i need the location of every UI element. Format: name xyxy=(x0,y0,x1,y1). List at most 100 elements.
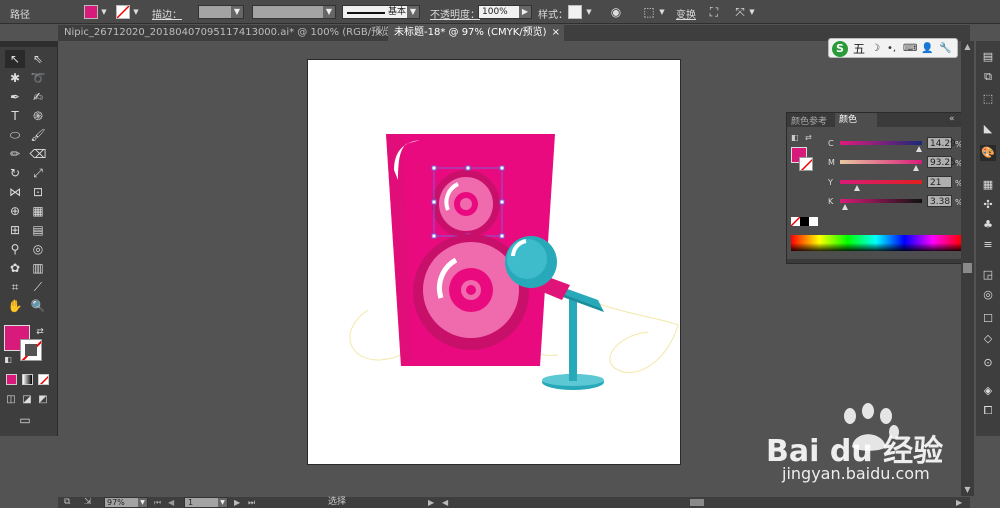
curvature-tool-icon[interactable]: ✍ xyxy=(28,88,48,106)
transform-link[interactable]: 变换 xyxy=(676,6,696,21)
wrench-icon[interactable]: 🔧 xyxy=(939,41,951,57)
black-swatch[interactable] xyxy=(800,217,809,226)
tools-panel-header[interactable] xyxy=(0,41,58,47)
none-mode-icon[interactable] xyxy=(38,374,49,385)
graphic-style-swatch[interactable] xyxy=(568,5,582,19)
slider-c[interactable] xyxy=(840,141,922,145)
magic-wand-tool-icon[interactable]: ✱ xyxy=(5,69,25,87)
tab-color-guide[interactable]: 颜色参考 xyxy=(791,114,827,127)
gradient-mode-icon[interactable] xyxy=(22,374,33,385)
close-icon[interactable]: × xyxy=(376,25,384,41)
draw-normal-icon[interactable]: ◫ xyxy=(4,391,18,409)
white-swatch[interactable] xyxy=(809,217,818,226)
stroke-color-box[interactable] xyxy=(20,339,42,361)
zoom-field[interactable]: 97% ▼ xyxy=(104,497,148,508)
gradient-tool-icon[interactable]: ▤ xyxy=(28,221,48,239)
style-dropdown-icon[interactable]: ▼ xyxy=(584,5,594,19)
hand-tool-icon[interactable]: ✋ xyxy=(5,297,25,315)
isolate-icon[interactable]: ⛶ xyxy=(706,5,722,19)
arrange-icon[interactable]: ⤧ xyxy=(732,5,748,19)
k-value-field[interactable]: 3.38 xyxy=(927,195,952,207)
export-icon[interactable]: ⇲ xyxy=(84,497,92,507)
default-colors-icon[interactable]: ◧ xyxy=(2,351,14,369)
artboard-tool-icon[interactable]: ⌗ xyxy=(5,278,25,296)
opacity-label[interactable]: 不透明度： xyxy=(430,6,480,21)
artboard-options-icon[interactable]: ⧉ xyxy=(64,497,70,507)
color-panel-icon[interactable]: 🎨 xyxy=(980,145,996,161)
stroke-panel-icon[interactable]: ≡ xyxy=(980,237,996,253)
shape-builder-tool-icon[interactable]: ⊕ xyxy=(5,202,25,220)
eyedropper-tool-icon[interactable]: ⚲ xyxy=(5,240,25,258)
swatches-icon[interactable]: ▦ xyxy=(980,177,996,193)
slider-y[interactable] xyxy=(840,180,922,184)
stroke-label[interactable]: 描边： xyxy=(152,6,182,21)
spiral-tool-icon[interactable]: ֍ xyxy=(28,107,48,125)
transform-icon[interactable]: ⬚ xyxy=(980,91,996,107)
c-value-field[interactable]: 14.29 xyxy=(927,137,956,149)
vertical-scrollbar[interactable]: ▲ ▼ xyxy=(961,41,974,496)
fill-swatch[interactable] xyxy=(84,5,98,19)
lasso-tool-icon[interactable]: ➰ xyxy=(28,69,48,87)
symbol-sprayer-tool-icon[interactable]: ✿ xyxy=(5,259,25,277)
m-value-field[interactable]: 93.25 xyxy=(927,156,956,168)
graph-tool-icon[interactable]: ▥ xyxy=(28,259,48,277)
scroll-down-icon[interactable]: ▼ xyxy=(961,484,974,496)
slider-k[interactable] xyxy=(840,199,922,203)
blend-tool-icon[interactable]: ◎ xyxy=(28,240,48,258)
pencil-tool-icon[interactable]: ✏ xyxy=(5,145,25,163)
scroll-left-icon[interactable]: ◀ xyxy=(442,497,448,508)
brush-definition[interactable]: 基本 ▼ xyxy=(342,5,420,19)
rotate-tool-icon[interactable]: ↻ xyxy=(5,164,25,182)
slider-thumb[interactable] xyxy=(842,204,848,210)
draw-behind-icon[interactable]: ◪ xyxy=(20,391,34,409)
opacity-field[interactable]: 100% ▶ xyxy=(478,5,532,19)
slider-thumb[interactable] xyxy=(913,165,919,171)
half-width-icon[interactable]: ☽ xyxy=(871,41,880,57)
vertical-scroll-thumb[interactable] xyxy=(963,263,972,273)
align-panel-icon[interactable]: ☐ xyxy=(980,311,996,327)
links-icon[interactable]: ⧠ xyxy=(980,403,996,419)
perspective-grid-tool-icon[interactable]: ▦ xyxy=(28,202,48,220)
navigator-icon[interactable]: ⊙ xyxy=(980,355,996,371)
panel-stroke-swatch[interactable] xyxy=(799,157,813,171)
selection-tool-icon[interactable]: ↖ xyxy=(5,50,25,68)
align-icon[interactable]: ⬚ xyxy=(640,5,658,19)
scroll-right-icon[interactable]: ▶ xyxy=(956,497,962,508)
y-value-field[interactable]: 21 xyxy=(927,176,952,188)
ellipse-tool-icon[interactable]: ⬭ xyxy=(5,126,25,144)
collapse-icon[interactable]: « xyxy=(949,114,955,124)
symbols-icon[interactable]: ♣ xyxy=(980,217,996,233)
none-swatch[interactable] xyxy=(791,217,800,226)
screen-mode-icon[interactable]: ▭ xyxy=(14,411,36,429)
recolor-icon[interactable]: ◉ xyxy=(608,5,624,19)
free-transform-tool-icon[interactable]: ⊡ xyxy=(28,183,48,201)
stroke-weight-field[interactable]: ▼ xyxy=(198,5,244,19)
stroke-dropdown-icon[interactable]: ▼ xyxy=(131,5,141,19)
ime-mode-label[interactable]: 五 xyxy=(853,41,865,57)
slice-tool-icon[interactable]: ⟋ xyxy=(28,278,48,296)
appearance-icon[interactable]: ◎ xyxy=(980,287,996,303)
align-dropdown-icon[interactable]: ▼ xyxy=(658,5,666,19)
tab-document-2[interactable]: 未标题-18* @ 97% (CMYK/预览) × xyxy=(388,25,564,41)
swap-fill-stroke-icon[interactable]: ⇄ xyxy=(34,323,46,341)
type-tool-icon[interactable]: T xyxy=(5,107,25,125)
slider-m[interactable] xyxy=(840,160,922,164)
slider-thumb[interactable] xyxy=(854,185,860,191)
status-menu-icon[interactable]: ▶ xyxy=(428,497,434,508)
user-icon[interactable]: 👤 xyxy=(921,41,933,57)
prev-page-icon[interactable]: ◀ xyxy=(168,497,174,508)
gradient-panel-icon[interactable]: ◣ xyxy=(980,121,996,137)
zoom-tool-icon[interactable]: 🔍 xyxy=(28,297,48,315)
brushes-icon[interactable]: ✣ xyxy=(980,197,996,213)
first-page-icon[interactable]: ⏮ xyxy=(154,497,161,508)
next-page-icon[interactable]: ▶ xyxy=(234,497,240,508)
default-colors-icon[interactable]: ◧ xyxy=(791,133,799,142)
layers-stack-icon[interactable]: ◈ xyxy=(980,383,996,399)
eraser-tool-icon[interactable]: ⌫ xyxy=(28,145,48,163)
page-field[interactable]: 1 ▼ xyxy=(184,497,228,508)
paintbrush-tool-icon[interactable]: 🖌 xyxy=(28,126,48,144)
tab-document-1[interactable]: Nipic_26712020_20180407095117413000.ai* … xyxy=(58,25,395,41)
last-page-icon[interactable]: ⏭ xyxy=(248,497,255,508)
panel-resize-handle[interactable] xyxy=(787,259,973,263)
pathfinder-icon[interactable]: ◇ xyxy=(980,331,996,347)
